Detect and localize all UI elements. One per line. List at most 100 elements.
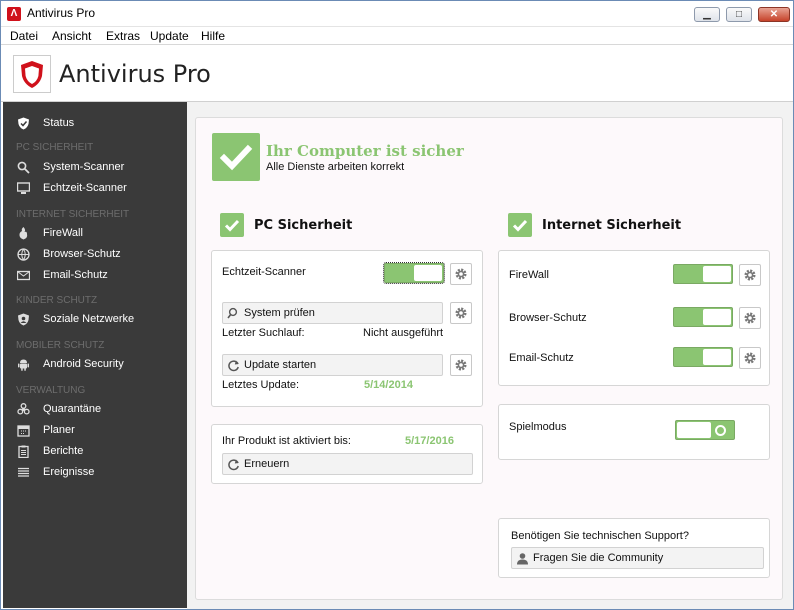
sidebar-item-label: Android Security	[43, 358, 124, 370]
firewall-label: FireWall	[509, 269, 549, 281]
realtime-scanner-toggle[interactable]	[383, 262, 445, 284]
sidebar-item-soziale-netzwerke[interactable]: Soziale Netzwerke	[3, 310, 187, 330]
minimize-button[interactable]: ▁	[694, 7, 720, 22]
shield-check-icon	[18, 117, 29, 130]
sidebar-item-label: FireWall	[43, 227, 83, 239]
pc-section-title: PC Sicherheit	[254, 218, 353, 233]
app-window: Λ Antivirus Pro ▁ □ ✕ Datei Ansicht Extr…	[0, 0, 794, 610]
envelope-icon	[17, 270, 30, 281]
sidebar-item-label: Echtzeit-Scanner	[43, 182, 127, 194]
gear-icon	[455, 307, 467, 319]
menu-ansicht[interactable]: Ansicht	[52, 29, 91, 43]
sidebar-item-browser-schutz[interactable]: Browser-Schutz	[3, 245, 187, 265]
list-icon	[18, 467, 29, 477]
sidebar-item-email-schutz[interactable]: Email-Schutz	[3, 266, 187, 286]
category-mobiler-schutz: MOBILER SCHUTZ	[16, 340, 105, 351]
email-schutz-label: Email-Schutz	[509, 352, 574, 364]
sidebar-item-label: Email-Schutz	[43, 269, 108, 281]
social-network-icon	[18, 313, 29, 326]
sidebar-item-label: Berichte	[43, 445, 84, 457]
sidebar-item-quarantaene[interactable]: Quarantäne	[3, 400, 187, 420]
pc-check-icon	[220, 213, 244, 237]
support-question: Benötigen Sie technischen Support?	[511, 530, 689, 542]
toggle-knob	[677, 422, 711, 438]
monitor-icon	[17, 182, 30, 194]
category-internet-sicherheit: INTERNET SICHERHEIT	[16, 209, 130, 220]
sidebar-item-label: Planer	[43, 424, 75, 436]
firewall-icon	[19, 227, 28, 240]
browser-schutz-toggle[interactable]	[673, 307, 733, 327]
sidebar: Status PC SICHERHEIT System-Scanner Echt…	[3, 102, 187, 608]
user-icon	[517, 553, 528, 565]
realtime-scanner-settings-button[interactable]	[450, 263, 472, 285]
activated-until-label: Ihr Produkt ist aktiviert bis:	[222, 435, 351, 447]
menu-bar: Datei Ansicht Extras Update Hilfe	[1, 27, 793, 45]
category-pc-sicherheit: PC SICHERHEIT	[16, 142, 94, 153]
sidebar-item-ereignisse[interactable]: Ereignisse	[3, 463, 187, 483]
refresh-icon	[228, 360, 239, 372]
button-label: Erneuern	[244, 458, 290, 470]
sidebar-item-echtzeit-scanner[interactable]: Echtzeit-Scanner	[3, 179, 187, 199]
ask-community-button[interactable]: Fragen Sie die Community	[511, 547, 764, 569]
category-verwaltung: VERWALTUNG	[16, 385, 86, 396]
android-icon	[18, 359, 29, 371]
sidebar-item-android-security[interactable]: Android Security	[3, 355, 187, 375]
firewall-toggle[interactable]	[673, 264, 733, 284]
close-button[interactable]: ✕	[758, 7, 790, 22]
browser-schutz-settings-button[interactable]	[739, 307, 761, 329]
app-logo-icon: Λ	[7, 7, 21, 21]
off-indicator-icon	[715, 425, 726, 436]
sidebar-item-label: Ereignisse	[43, 466, 95, 478]
button-label: System prüfen	[244, 307, 315, 319]
search-icon	[17, 161, 30, 174]
status-panel: Ihr Computer ist sicher Alle Dienste arb…	[195, 117, 783, 600]
sidebar-item-system-scanner[interactable]: System-Scanner	[3, 158, 187, 178]
update-settings-button[interactable]	[450, 354, 472, 376]
refresh-icon	[228, 459, 239, 471]
clipboard-icon	[18, 445, 29, 458]
system-scan-settings-button[interactable]	[450, 302, 472, 324]
gear-icon	[455, 268, 467, 280]
sidebar-item-label: Soziale Netzwerke	[43, 313, 135, 325]
toggle-knob	[703, 309, 731, 325]
system-scan-button[interactable]: System prüfen	[222, 302, 443, 324]
maximize-button[interactable]: □	[726, 7, 752, 22]
menu-hilfe[interactable]: Hilfe	[201, 29, 225, 43]
gear-icon	[744, 312, 756, 324]
sidebar-item-label: Browser-Schutz	[43, 248, 121, 260]
firewall-settings-button[interactable]	[739, 264, 761, 286]
status-subtitle: Alle Dienste arbeiten korrekt	[266, 161, 405, 173]
pc-security-box: Echtzeit-Scanner System prüfen Letzter S…	[211, 250, 483, 407]
sidebar-item-status[interactable]: Status	[3, 114, 187, 134]
sidebar-item-label: System-Scanner	[43, 161, 125, 173]
renew-button[interactable]: Erneuern	[222, 453, 473, 475]
gamemode-label: Spielmodus	[509, 421, 567, 433]
search-icon	[227, 307, 238, 319]
gear-icon	[744, 352, 756, 364]
sidebar-item-firewall[interactable]: FireWall	[3, 224, 187, 244]
status-title: Ihr Computer ist sicher	[266, 142, 464, 160]
toggle-knob	[414, 265, 442, 281]
email-schutz-settings-button[interactable]	[739, 347, 761, 369]
activation-box: Ihr Produkt ist aktiviert bis: 5/17/2016…	[211, 424, 483, 484]
gamemode-box: Spielmodus	[498, 404, 770, 460]
update-start-button[interactable]: Update starten	[222, 354, 443, 376]
menu-update[interactable]: Update	[150, 29, 189, 43]
menu-extras[interactable]: Extras	[106, 29, 140, 43]
shield-logo-icon	[13, 55, 51, 93]
biohazard-icon	[17, 403, 30, 415]
sidebar-item-label: Status	[43, 117, 75, 129]
globe-icon	[17, 248, 30, 261]
sidebar-item-planer[interactable]: Planer	[3, 421, 187, 441]
email-schutz-toggle[interactable]	[673, 347, 733, 367]
gamemode-toggle[interactable]	[675, 420, 735, 440]
title-bar[interactable]: Λ Antivirus Pro ▁ □ ✕	[1, 1, 793, 27]
sidebar-item-berichte[interactable]: Berichte	[3, 442, 187, 462]
toggle-knob	[703, 349, 731, 365]
app-title: Antivirus Pro	[59, 60, 211, 88]
button-label: Fragen Sie die Community	[533, 552, 664, 564]
last-scan-value: Nicht ausgeführt	[363, 327, 444, 339]
menu-datei[interactable]: Datei	[10, 29, 38, 43]
browser-schutz-label: Browser-Schutz	[509, 312, 587, 324]
category-kinder-schutz: KINDER SCHUTZ	[16, 295, 98, 306]
